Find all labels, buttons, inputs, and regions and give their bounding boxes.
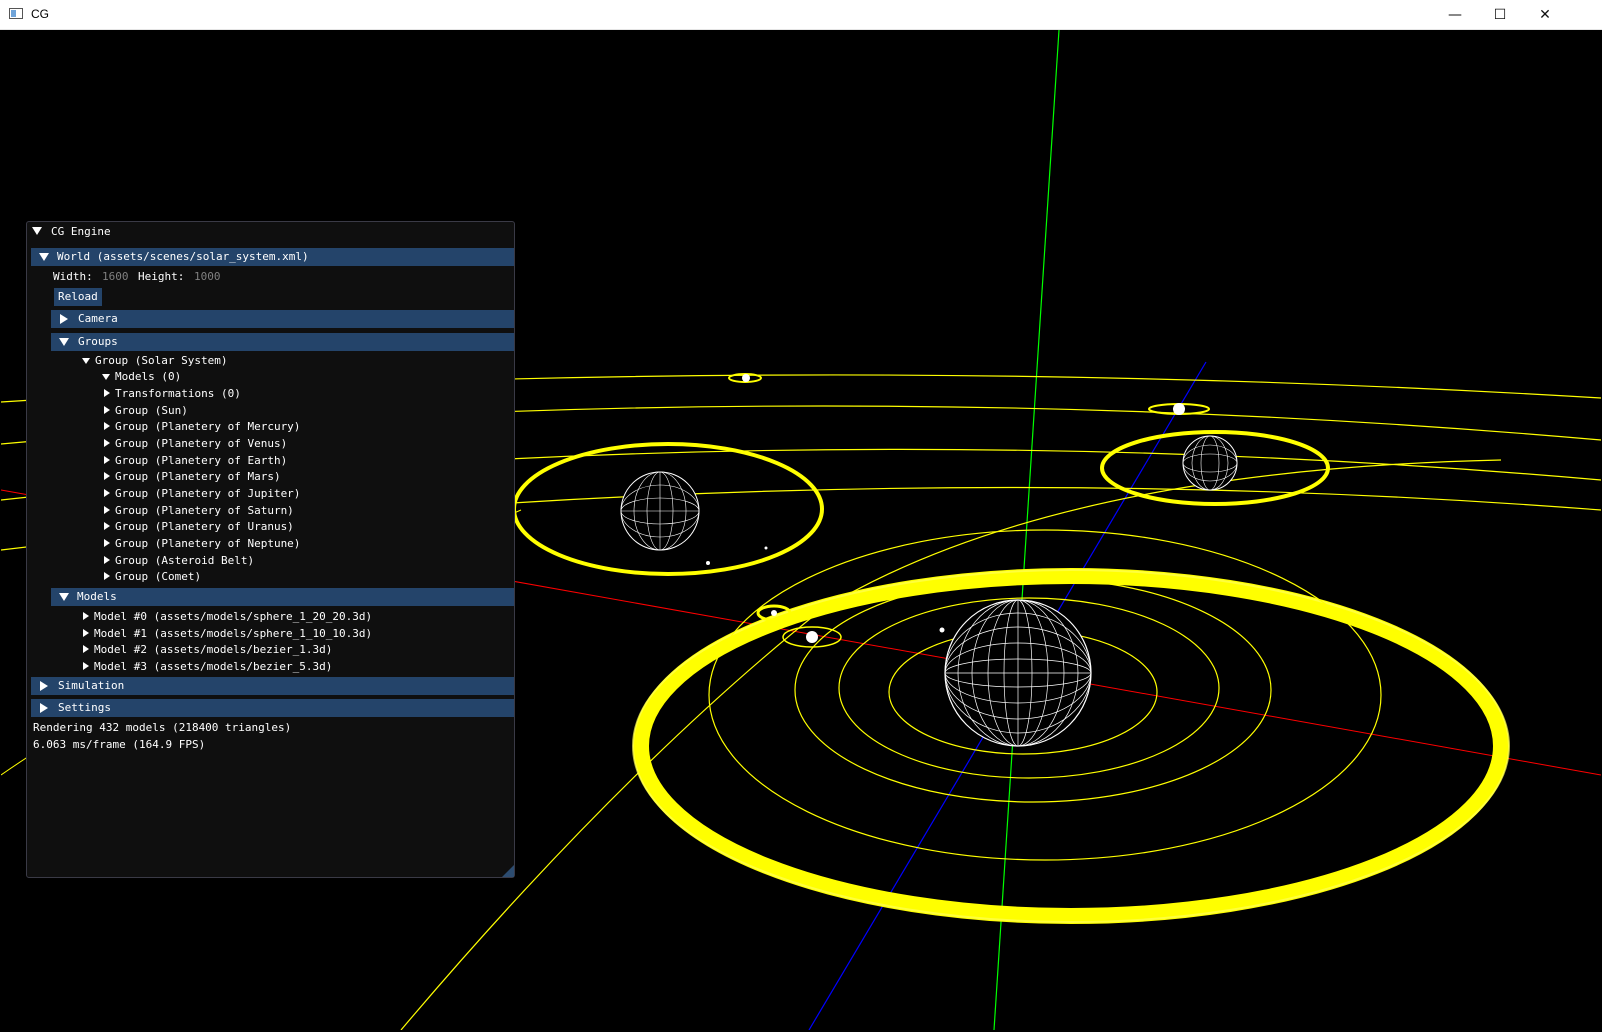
tree-node-uranus[interactable]: Group (Planetery of Uranus): [115, 519, 294, 535]
tree-node-expand-icon[interactable]: [104, 406, 110, 414]
groups-header[interactable]: Groups: [51, 333, 514, 351]
height-label: Height:: [138, 270, 185, 283]
app-icon: [9, 8, 23, 19]
panel-title: CG Engine: [51, 225, 111, 238]
window-title: CG: [31, 7, 49, 21]
models-node-expand-icon[interactable]: [102, 374, 110, 380]
tree-node-jupiter[interactable]: Group (Planetery of Jupiter): [115, 486, 300, 502]
reload-button[interactable]: Reload: [54, 288, 102, 306]
render-viewport[interactable]: CG Engine World (assets/scenes/solar_sys…: [1, 30, 1601, 1030]
model-item-2[interactable]: Model #2 (assets/models/bezier_1.3d): [94, 642, 332, 658]
tree-node-sun[interactable]: Group (Sun): [115, 403, 188, 419]
tree-node-expand-icon[interactable]: [104, 472, 110, 480]
tree-node-expand-icon[interactable]: [104, 522, 110, 530]
world-header-label: World (assets/scenes/solar_system.xml): [57, 250, 309, 263]
tree-node-expand-icon[interactable]: [104, 456, 110, 464]
minimize-button[interactable]: —: [1432, 0, 1478, 30]
world-expand-icon: [39, 253, 49, 261]
tree-node-comet[interactable]: Group (Comet): [115, 569, 201, 585]
tree-node-saturn[interactable]: Group (Planetery of Saturn): [115, 503, 294, 519]
groups-expand-icon: [59, 338, 69, 346]
simulation-header-label: Simulation: [58, 679, 125, 692]
model-item-3[interactable]: Model #3 (assets/models/bezier_5.3d): [94, 659, 332, 675]
height-value: 1000: [194, 270, 221, 283]
collapse-triangle-icon[interactable]: [32, 227, 42, 235]
width-label: Width:: [53, 270, 93, 283]
root-group-node[interactable]: Group (Solar System): [95, 353, 227, 369]
simulation-header[interactable]: Simulation: [31, 677, 514, 695]
tree-node-earth[interactable]: Group (Planetery of Earth): [115, 453, 287, 469]
models-expand-icon: [59, 593, 69, 601]
tree-node-expand-icon[interactable]: [104, 439, 110, 447]
tree-node-mercury[interactable]: Group (Planetery of Mercury): [115, 419, 300, 435]
tree-node-models[interactable]: Models (0): [115, 369, 181, 385]
camera-header-label: Camera: [78, 312, 118, 325]
tree-node-asteroid-belt[interactable]: Group (Asteroid Belt): [115, 553, 254, 569]
tree-node-expand-icon[interactable]: [104, 389, 110, 397]
model-item-1[interactable]: Model #1 (assets/models/sphere_1_10_10.3…: [94, 626, 372, 642]
model-expand-icon[interactable]: [83, 662, 89, 670]
settings-expand-icon: [40, 703, 48, 713]
settings-header-label: Settings: [58, 701, 111, 714]
model-expand-icon[interactable]: [83, 629, 89, 637]
tree-node-expand-icon[interactable]: [104, 572, 110, 580]
width-value: 1600: [102, 270, 129, 283]
tree-node-expand-icon[interactable]: [104, 556, 110, 564]
root-group-expand-icon[interactable]: [82, 358, 90, 364]
tree-node-neptune[interactable]: Group (Planetery of Neptune): [115, 536, 300, 552]
planet-mars: [771, 610, 777, 616]
world-header[interactable]: World (assets/scenes/solar_system.xml): [31, 248, 514, 266]
tree-node-transformations[interactable]: Transformations (0): [115, 386, 241, 402]
tree-node-expand-icon[interactable]: [104, 422, 110, 430]
stats-rendering: Rendering 432 models (218400 triangles): [33, 721, 292, 734]
planet-uranus: [1173, 403, 1185, 415]
settings-header[interactable]: Settings: [31, 699, 514, 717]
camera-expand-icon: [60, 314, 68, 324]
planet-earth: [806, 631, 818, 643]
cg-engine-panel[interactable]: CG Engine World (assets/scenes/solar_sys…: [26, 221, 515, 878]
groups-header-label: Groups: [78, 335, 118, 348]
models-header-label: Models: [77, 590, 117, 603]
tree-node-mars[interactable]: Group (Planetery of Mars): [115, 469, 281, 485]
camera-header[interactable]: Camera: [51, 310, 514, 328]
planet-saturn: [1182, 435, 1238, 491]
tree-node-venus[interactable]: Group (Planetery of Venus): [115, 436, 287, 452]
tree-node-expand-icon[interactable]: [104, 539, 110, 547]
model-expand-icon[interactable]: [83, 645, 89, 653]
model-item-0[interactable]: Model #0 (assets/models/sphere_1_20_20.3…: [94, 609, 372, 625]
planet-mercury: [939, 627, 945, 633]
simulation-expand-icon: [40, 681, 48, 691]
maximize-button[interactable]: ☐: [1477, 0, 1523, 30]
resize-grip-icon[interactable]: [502, 865, 514, 877]
planet-neptune: [742, 374, 750, 382]
models-header[interactable]: Models: [51, 588, 514, 606]
model-expand-icon[interactable]: [83, 612, 89, 620]
window-titlebar[interactable]: CG — ☐ ✕: [0, 0, 1602, 30]
close-button[interactable]: ✕: [1522, 0, 1568, 30]
stats-frametime: 6.063 ms/frame (164.9 FPS): [33, 738, 206, 751]
tree-node-expand-icon[interactable]: [104, 489, 110, 497]
tree-node-expand-icon[interactable]: [104, 506, 110, 514]
